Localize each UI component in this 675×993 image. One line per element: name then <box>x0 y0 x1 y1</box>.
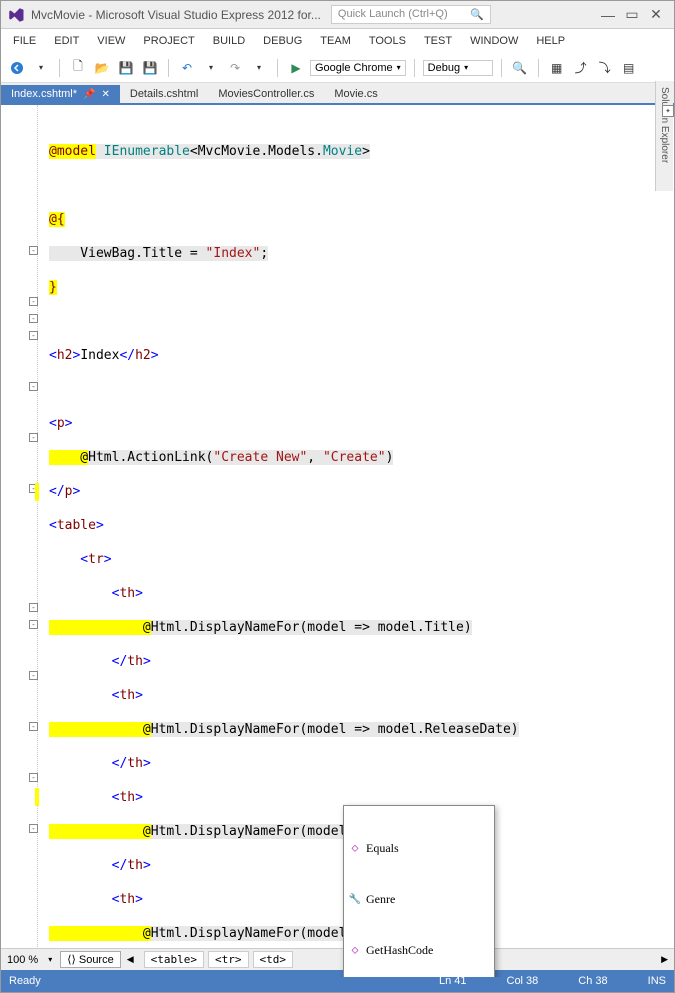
menu-test[interactable]: TEST <box>416 33 460 49</box>
status-bar: Ready Ln 41 Col 38 Ch 38 INS <box>1 970 674 992</box>
menu-bar: FILE EDIT VIEW PROJECT BUILD DEBUG TEAM … <box>1 29 674 53</box>
open-button[interactable]: 📂 <box>92 58 112 78</box>
comment-button[interactable]: ▤ <box>619 58 639 78</box>
collapse-icon[interactable]: - <box>29 382 38 391</box>
menu-file[interactable]: FILE <box>5 33 44 49</box>
breadcrumb-table[interactable]: <table> <box>144 951 204 968</box>
status-ready: Ready <box>9 975 41 987</box>
tab-moviescontroller[interactable]: MoviesController.cs <box>208 85 324 103</box>
tool-button-1[interactable]: ▦ <box>547 58 567 78</box>
collapse-icon[interactable]: - <box>29 314 38 323</box>
crumb-nav-left-icon[interactable]: ◀ <box>121 954 140 965</box>
property-icon: 🔧 <box>348 893 362 907</box>
browser-selector[interactable]: Google Chrome▾ <box>310 60 406 76</box>
menu-help[interactable]: HELP <box>528 33 573 49</box>
quick-launch-input[interactable]: Quick Launch (Ctrl+Q) 🔍 <box>331 5 491 24</box>
new-button[interactable]: 🗋 <box>68 58 88 78</box>
collapse-icon[interactable]: - <box>29 722 38 731</box>
source-view-button[interactable]: ⟨⟩ Source <box>60 951 121 968</box>
menu-edit[interactable]: EDIT <box>46 33 87 49</box>
minimize-button[interactable]: — <box>596 5 620 25</box>
collapse-icon[interactable]: - <box>29 331 38 340</box>
split-icon[interactable]: ✦ <box>662 105 674 117</box>
menu-build[interactable]: BUILD <box>205 33 253 49</box>
back-button[interactable] <box>7 58 27 78</box>
forward-dropdown-icon[interactable]: ▾ <box>31 58 51 78</box>
editor-footer: 100 % ▾ ⟨⟩ Source ◀ <table> <tr> <td> ▶ <box>1 948 674 970</box>
status-ch: Ch 38 <box>578 975 607 987</box>
zoom-level[interactable]: 100 % <box>1 954 44 966</box>
tab-movie-cs[interactable]: Movie.cs <box>324 85 387 103</box>
title-bar: MvcMovie - Microsoft Visual Studio Expre… <box>1 1 674 29</box>
tab-index-cshtml[interactable]: Index.cshtml*📌✕ <box>1 85 120 103</box>
tab-details-cshtml[interactable]: Details.cshtml <box>120 85 208 103</box>
menu-tools[interactable]: TOOLS <box>361 33 414 49</box>
tab-close-icon[interactable]: ✕ <box>101 89 109 100</box>
collapse-icon[interactable]: - <box>29 433 38 442</box>
tab-bar: Index.cshtml*📌✕ Details.cshtml MoviesCon… <box>1 83 674 105</box>
menu-window[interactable]: WINDOW <box>462 33 526 49</box>
undo-dropdown-icon[interactable]: ▾ <box>201 58 221 78</box>
collapse-icon[interactable]: - <box>29 824 38 833</box>
intellisense-item[interactable]: ⬦GetHashCode <box>344 942 494 959</box>
config-selector[interactable]: Debug▾ <box>423 60 493 76</box>
intellisense-item[interactable]: 🔧Genre <box>344 891 494 908</box>
toolbar: ▾ 🗋 📂 💾 💾 ↶ ▾ ↷ ▾ ▶ Google Chrome▾ Debug… <box>1 53 674 83</box>
vs-logo-icon <box>7 6 25 24</box>
menu-project[interactable]: PROJECT <box>135 33 202 49</box>
intellisense-item[interactable]: ⬦Equals <box>344 840 494 857</box>
tab-pin-icon[interactable]: 📌 <box>83 89 95 100</box>
editor-gutter: - - - - - - - - - - - - - <box>1 105 45 977</box>
tool-button-2[interactable]: ⤴ <box>571 58 591 78</box>
close-button[interactable]: ✕ <box>644 5 668 25</box>
collapse-icon[interactable]: - <box>29 620 38 629</box>
status-col: Col 38 <box>507 975 539 987</box>
maximize-button[interactable]: ▭ <box>620 5 644 25</box>
breadcrumb-td[interactable]: <td> <box>253 951 294 968</box>
tool-button-3[interactable]: ⤵ <box>595 58 615 78</box>
collapse-icon[interactable]: - <box>29 671 38 680</box>
find-button[interactable]: 🔍 <box>510 58 530 78</box>
collapse-icon[interactable]: - <box>29 603 38 612</box>
menu-debug[interactable]: DEBUG <box>255 33 310 49</box>
window-title: MvcMovie - Microsoft Visual Studio Expre… <box>31 8 321 22</box>
collapse-icon[interactable]: - <box>29 246 38 255</box>
status-ins: INS <box>648 975 666 987</box>
code-editor[interactable]: - - - - - - - - - - - - - ✦ @model IEnum… <box>1 105 674 977</box>
save-button[interactable]: 💾 <box>116 58 136 78</box>
redo-dropdown-icon[interactable]: ▾ <box>249 58 269 78</box>
menu-view[interactable]: VIEW <box>89 33 133 49</box>
undo-button[interactable]: ↶ <box>177 58 197 78</box>
code-area[interactable]: ✦ @model IEnumerable<MvcMovie.Models.Mov… <box>45 105 674 977</box>
redo-button[interactable]: ↷ <box>225 58 245 78</box>
collapse-icon[interactable]: - <box>29 297 38 306</box>
collapse-icon[interactable]: - <box>29 773 38 782</box>
intellisense-popup: ⬦Equals 🔧Genre ⬦GetHashCode ⬦GetType 🔧ID… <box>343 805 495 977</box>
menu-team[interactable]: TEAM <box>312 33 359 49</box>
breadcrumb-tr[interactable]: <tr> <box>208 951 249 968</box>
method-icon: ⬦ <box>348 842 362 856</box>
method-icon: ⬦ <box>348 944 362 958</box>
search-icon: 🔍 <box>470 8 484 21</box>
crumb-nav-right-icon[interactable]: ▶ <box>655 954 674 965</box>
save-all-button[interactable]: 💾 <box>140 58 160 78</box>
zoom-dropdown-icon[interactable]: ▾ <box>44 955 56 964</box>
start-button[interactable]: ▶ <box>286 58 306 78</box>
